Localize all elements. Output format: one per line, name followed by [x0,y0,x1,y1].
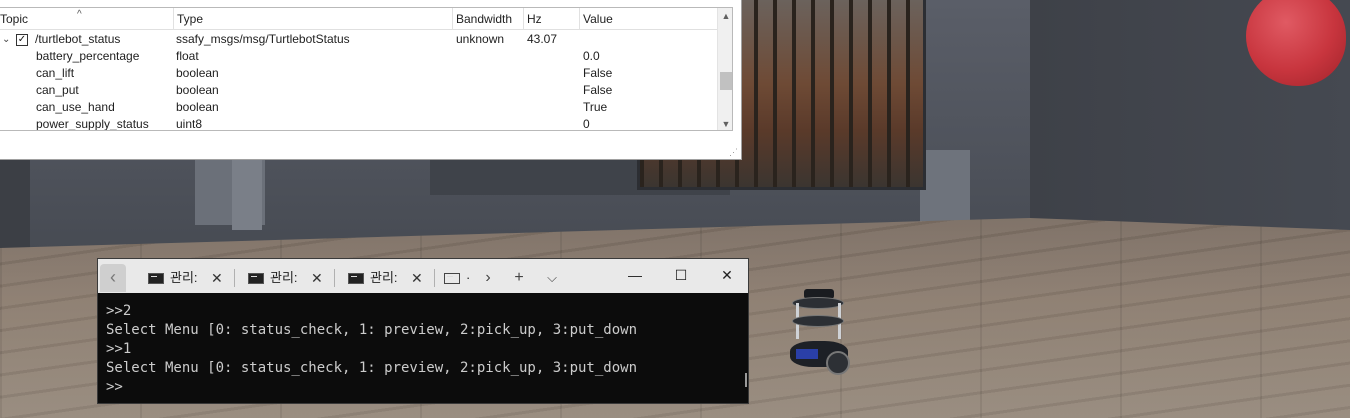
console-icon [248,273,264,284]
field-row[interactable]: can_put boolean False [0,82,717,99]
scrollbar-thumb[interactable] [720,72,732,90]
field-name: battery_percentage [36,49,140,63]
topic-table: Topic ^ Type Bandwidth Hz Value ⌄ ✓ /tur… [0,7,733,131]
new-tab-button[interactable]: + [508,264,530,292]
console-icon [348,273,364,284]
terminal-tab[interactable]: 관리: ✕ [238,264,334,292]
field-row[interactable]: battery_percentage float 0.0 [0,48,717,65]
terminal-line: >>2 [106,303,132,319]
field-value: 0 [583,117,590,131]
field-row[interactable]: can_lift boolean False [0,65,717,82]
field-name: can_put [36,83,79,97]
topic-row[interactable]: ⌄ ✓ /turtlebot_status ssafy_msgs/msg/Tur… [0,31,717,48]
tab-scroll-left-button[interactable]: ‹ [100,264,126,292]
window-close-button[interactable]: ✕ [704,259,750,293]
field-name: power_supply_status [36,117,149,131]
tab-label: 관리: [270,270,298,285]
terminal-line: >>1 [106,341,132,357]
console-icon [444,273,460,284]
terminal-line: Select Menu [0: status_check, 1: preview… [106,360,638,376]
robot-wheel [826,351,850,375]
tab-divider [234,269,235,287]
tab-label: · [466,270,471,285]
tab-close-icon[interactable]: ✕ [411,264,423,292]
sort-ascending-icon: ^ [77,9,82,20]
robot-top-plate [792,297,844,309]
tab-divider [434,269,435,287]
wall-pillar [920,150,970,230]
tab-scroll-right-icon[interactable]: › [478,264,498,292]
topic-monitor-window: Topic ^ Type Bandwidth Hz Value ⌄ ✓ /tur… [0,0,742,160]
terminal-line: Select Menu [0: status_check, 1: preview… [106,322,638,338]
terminal-prompt[interactable]: >> [106,378,748,397]
field-value: False [583,83,613,97]
tab-divider [334,269,335,287]
resize-grip-icon[interactable]: ⋰ [729,147,738,158]
column-header-type[interactable]: Type [174,8,453,30]
field-type: boolean [176,83,219,97]
field-name: can_lift [36,66,75,80]
field-row[interactable]: can_use_hand boolean True [0,99,717,116]
field-name: can_use_hand [36,100,115,114]
terminal-tab[interactable]: 관리: ✕ [338,264,434,292]
tab-close-icon[interactable]: ✕ [311,264,323,292]
tab-label: 관리: [370,270,398,285]
maximize-button[interactable]: ☐ [658,259,704,293]
field-type: float [176,49,199,63]
terminal-window: ‹ 관리: ✕ 관리: ✕ 관리: ✕ · › + ⌵ — ☐ ✕ >>2 Sel… [97,258,749,404]
scroll-down-icon[interactable]: ▼ [718,116,732,130]
table-scrollbar[interactable]: ▲ ▼ [717,8,732,130]
topic-bandwidth: unknown [456,32,505,46]
field-value: False [583,66,613,80]
topic-name: /turtlebot_status [35,32,121,46]
robot-battery [796,349,818,359]
console-icon [148,273,164,284]
terminal-tab[interactable]: 관리: ✕ [138,264,234,292]
table-header: Topic ^ Type Bandwidth Hz Value [0,8,717,30]
terminal-tab-active[interactable]: · [436,264,482,292]
tab-close-icon[interactable]: ✕ [211,264,223,292]
topic-checkbox[interactable]: ✓ [16,34,28,46]
tab-label: 관리: [170,270,198,285]
tab-dropdown-icon[interactable]: ⌵ [541,264,563,292]
topic-type: ssafy_msgs/msg/TurtlebotStatus [176,32,350,46]
column-header-topic[interactable]: Topic ^ [0,8,174,30]
terminal-output[interactable]: >>2 Select Menu [0: status_check, 1: prev… [98,293,748,403]
column-header-bandwidth[interactable]: Bandwidth [453,8,524,30]
field-value: 0.0 [583,49,600,63]
terminal-scrollbar[interactable] [745,373,747,387]
wall-pillar [0,160,30,250]
topic-hz: 43.07 [527,32,558,46]
column-header-hz[interactable]: Hz [524,8,580,30]
field-type: uint8 [176,117,203,131]
robot-mid-plate [792,315,844,327]
field-type: boolean [176,100,219,114]
terminal-tab-bar: ‹ 관리: ✕ 관리: ✕ 관리: ✕ · › + ⌵ — ☐ ✕ [98,259,748,293]
minimize-button[interactable]: — [612,259,658,293]
chevron-down-icon[interactable]: ⌄ [2,31,10,48]
column-header-value[interactable]: Value [580,8,717,30]
scroll-up-icon[interactable]: ▲ [718,8,732,24]
turtlebot-robot [790,285,858,383]
field-type: boolean [176,66,219,80]
field-row[interactable]: power_supply_status uint8 0 [0,116,717,131]
field-value: True [583,100,608,114]
